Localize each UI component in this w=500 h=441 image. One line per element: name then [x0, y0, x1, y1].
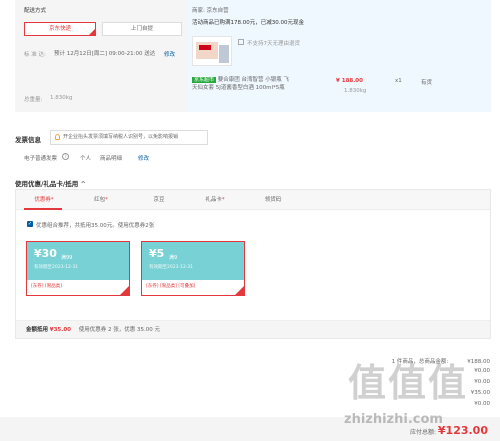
product-title[interactable]: 京东超市 要合康团 台湾智营 小银瓶 飞天仙女套 5J道酱香型白酒 100ml*…: [192, 76, 292, 92]
tab-red-packet[interactable]: 红包*: [71, 195, 131, 203]
active-tab-underline: [24, 208, 62, 210]
tab-gift-card[interactable]: 礼品卡*: [185, 195, 245, 203]
jd-express-label: 京东快递: [48, 26, 71, 32]
tab-gift-card-mark: *: [221, 197, 225, 203]
tab-gift-card-label: 礼品卡: [205, 197, 222, 203]
tab-jd-beans-label: 京豆: [153, 197, 165, 203]
coupon-condition: 满99: [61, 255, 73, 261]
combo-checkbox[interactable]: ✓: [27, 221, 33, 227]
watermark-glyphs: 值值值: [348, 361, 469, 405]
help-icon[interactable]: ?: [62, 153, 69, 160]
watermark-site: zhizhizhi.com: [344, 412, 443, 427]
tab-jd-beans[interactable]: 京豆: [129, 195, 189, 203]
coupon-amount: ¥5: [149, 247, 165, 260]
coupon-card[interactable]: ¥5 满9 有效期至2023-12-31 [东券] [限品类] [可叠加]: [141, 241, 245, 296]
tab-coupons-mark: *: [50, 197, 54, 203]
delivery-modify-link[interactable]: 修改: [164, 50, 175, 58]
coupon-validity: 有效期至2023-12-31: [34, 265, 79, 270]
coupon-validity: 有效期至2023-12-31: [149, 265, 194, 270]
invoice-person: 个人: [80, 156, 92, 162]
summary-text: 使用优惠券 2 张，优惠 35.00 元: [78, 327, 160, 333]
coupon-section-label: 使用优惠/礼品卡/抵用: [15, 180, 79, 188]
no-return-text: 不支持7天无理由退货: [247, 41, 300, 47]
weight-label: 总重量:: [24, 97, 43, 103]
product-price: ¥ 188.00: [336, 78, 363, 84]
site-watermark: 值值值 zhizhizhi.com: [322, 352, 500, 432]
delivery-title: 配送方式: [24, 8, 47, 14]
delivery-time-value: 预计 12月12日[周二] 09:00-21:00 送达: [54, 51, 156, 57]
invoice-notice-text: 开企业抬头发票须填写纳税人识别号，以免影响报销: [63, 134, 179, 140]
delivery-time-label: 标 准 达:: [24, 52, 46, 58]
selected-check-icon: [120, 286, 129, 295]
coupon-scope: [东券] [限品类]: [31, 284, 62, 289]
pickup-option[interactable]: 上门自提: [102, 22, 182, 36]
lightbulb-icon: [55, 134, 60, 140]
invoice-title: 发票信息: [15, 136, 41, 144]
product-qty: x1: [395, 78, 402, 84]
no-return-icon: [238, 39, 244, 45]
merchant-name: 商家: 京东自营: [192, 8, 229, 14]
shop-panel: [187, 0, 491, 112]
selected-corner-icon: [89, 29, 95, 35]
promo-text: 活动商品已购满178.00元，已减30.00元现金: [192, 20, 304, 26]
combo-text: 优惠组合推荐，共抵用35.00元。使用优惠券2张: [36, 223, 155, 229]
product-thumbnail[interactable]: [192, 36, 232, 66]
chevron-up-icon: ^: [80, 180, 86, 188]
jd-express-option[interactable]: 京东快递: [24, 22, 96, 36]
invoice-notice: 开企业抬头发票须填写纳税人识别号，以免影响报销: [50, 130, 208, 145]
supermarket-tag: 京东超市: [192, 77, 217, 83]
tab-red-packet-mark: *: [105, 197, 108, 203]
product-weight: 1.830kg: [344, 88, 367, 94]
coupon-condition: 满9: [169, 255, 178, 261]
selected-check-icon: [235, 286, 244, 295]
tab-coupons[interactable]: 优惠券*: [14, 195, 74, 203]
summary-label: 金额抵用: [26, 327, 49, 333]
coupon-scope: [东券] [限品类] [可叠加]: [146, 284, 196, 289]
coupon-section-title[interactable]: 使用优惠/礼品卡/抵用 ^: [15, 178, 86, 188]
invoice-type: 电子普通发票: [24, 156, 58, 162]
coupon-card[interactable]: ¥30 满99 有效期至2023-12-31 [东券] [限品类]: [26, 241, 130, 296]
tab-redeem-code[interactable]: 领货码: [243, 195, 303, 203]
summary-amount: ¥35.00: [49, 327, 71, 333]
coupon-amount: ¥30: [34, 247, 57, 260]
invoice-modify-link[interactable]: 修改: [138, 154, 149, 162]
invoice-detail: 商品明细: [100, 156, 123, 162]
tab-redeem-code-label: 领货码: [264, 197, 282, 203]
coupon-summary: 金额抵用 ¥35.00 使用优惠券 2 张，优惠 35.00 元: [16, 320, 490, 338]
tab-red-packet-label: 红包: [94, 197, 106, 203]
pickup-label: 上门自提: [130, 26, 153, 32]
weight-value: 1.830kg: [50, 95, 73, 101]
stock-status: 有货: [421, 80, 433, 86]
tab-coupons-label: 优惠券: [34, 197, 51, 203]
